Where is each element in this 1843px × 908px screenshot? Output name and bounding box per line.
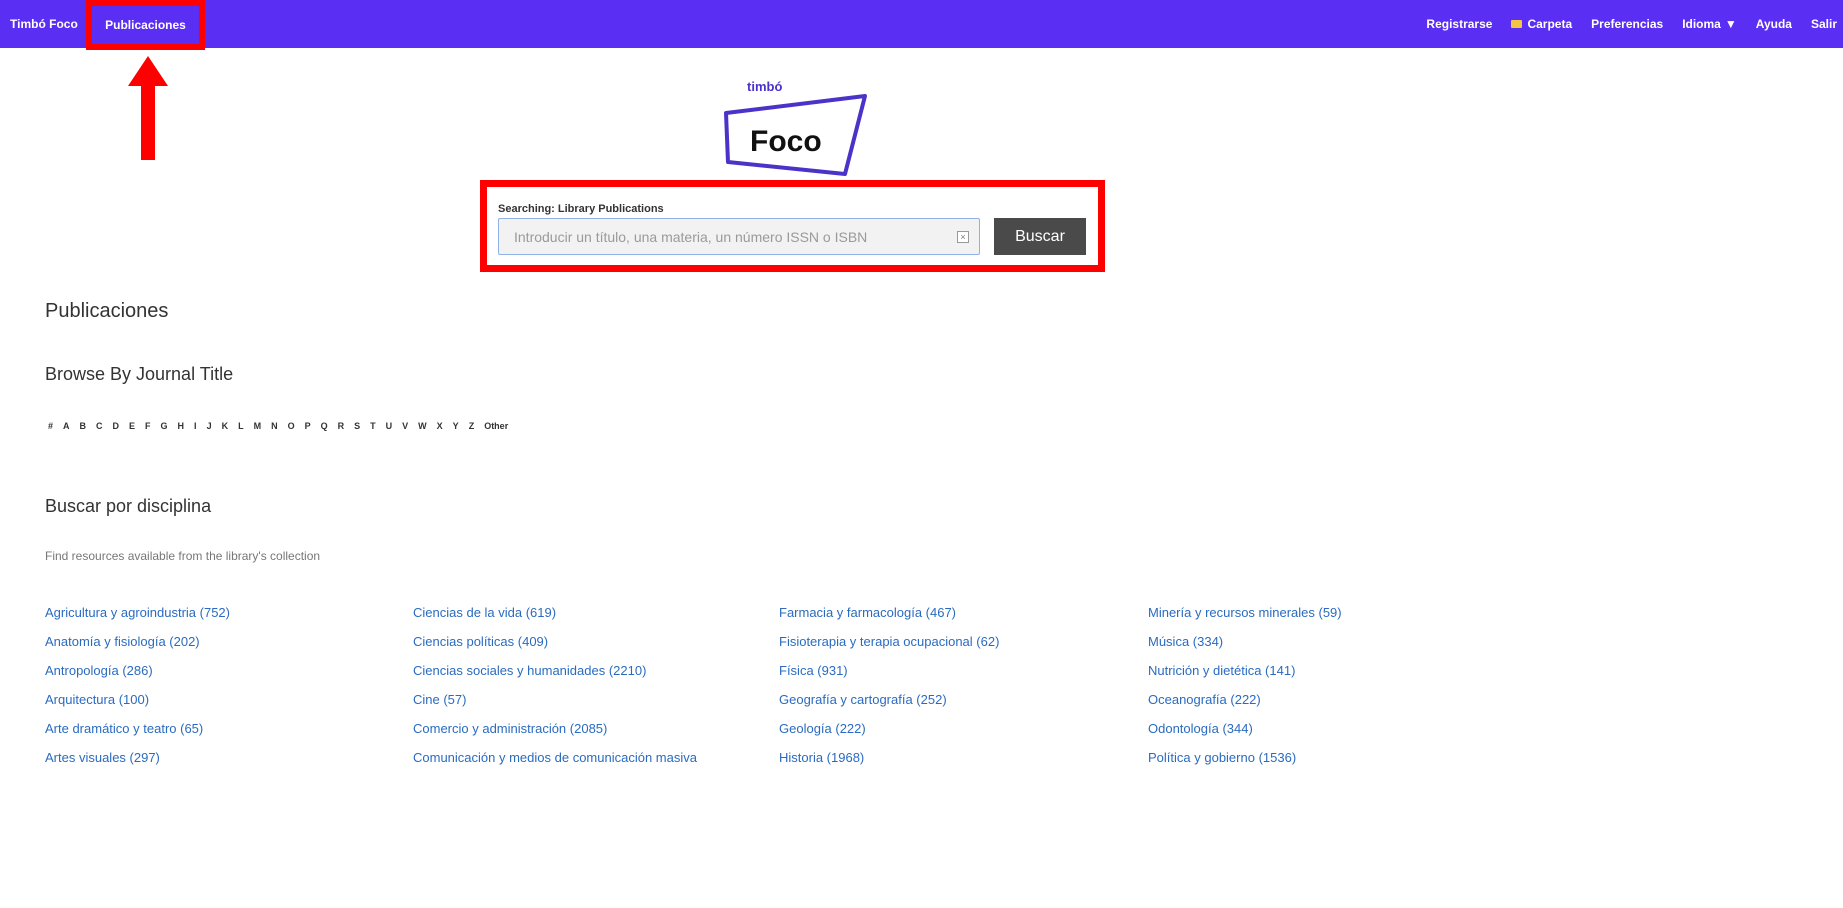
letter-link[interactable]: B [80, 421, 87, 431]
nav-left: Timbó Foco [0, 0, 87, 48]
page-title: Publicaciones [45, 300, 169, 322]
discipline-link[interactable]: Política y gobierno (1536) [1148, 749, 1508, 767]
letter-link[interactable]: C [96, 421, 103, 431]
letter-link[interactable]: M [254, 421, 262, 431]
letter-link[interactable]: Y [453, 421, 459, 431]
nav-preferences[interactable]: Preferencias [1591, 17, 1663, 31]
logo-large-text: Foco [750, 125, 822, 158]
letter-link[interactable]: N [271, 421, 278, 431]
nav-publications[interactable]: Publicaciones [105, 18, 186, 32]
foco-logo[interactable]: timbó Foco [720, 76, 870, 181]
discipline-link[interactable]: Oceanografía (222) [1148, 691, 1508, 709]
searching-label: Searching: Library Publications [498, 203, 664, 215]
letter-link[interactable]: Other [484, 421, 508, 431]
discipline-link[interactable]: Cine (57) [413, 691, 779, 709]
discipline-link[interactable]: Geología (222) [779, 720, 1148, 738]
search-placeholder: Introducir un título, una materia, un nú… [514, 229, 868, 245]
discipline-link[interactable]: Agricultura y agroindustria (752) [45, 604, 413, 622]
search-button[interactable]: Buscar [994, 218, 1086, 255]
nav-register[interactable]: Registrarse [1426, 17, 1492, 31]
discipline-subtitle: Find resources available from the librar… [45, 549, 321, 563]
folder-icon [1511, 20, 1523, 28]
letter-link[interactable]: T [370, 421, 376, 431]
nav-folder-label: Carpeta [1527, 17, 1573, 31]
top-navbar: Timbó Foco Publicaciones Registrarse Car… [0, 0, 1843, 50]
discipline-grid: Agricultura y agroindustria (752) Cienci… [45, 604, 1508, 767]
letter-link[interactable]: A [63, 421, 70, 431]
letter-index: # A B C D E F G H I J K L M N O P Q R S … [48, 421, 508, 431]
browse-heading: Browse By Journal Title [45, 364, 234, 384]
publications-highlight: Publicaciones [86, 0, 205, 50]
discipline-link[interactable]: Física (931) [779, 662, 1148, 680]
nav-logout[interactable]: Salir [1811, 17, 1837, 31]
letter-link[interactable]: I [194, 421, 197, 431]
letter-link[interactable]: X [437, 421, 443, 431]
letter-link[interactable]: # [48, 421, 53, 431]
discipline-link[interactable]: Historia (1968) [779, 749, 1148, 767]
discipline-link[interactable]: Comercio y administración (2085) [413, 720, 779, 738]
letter-link[interactable]: W [418, 421, 427, 431]
discipline-link[interactable]: Nutrición y dietética (141) [1148, 662, 1508, 680]
discipline-link[interactable]: Anatomía y fisiología (202) [45, 633, 413, 651]
discipline-link[interactable]: Música (334) [1148, 633, 1508, 651]
discipline-link[interactable]: Comunicación y medios de comunicación ma… [413, 749, 779, 767]
discipline-link[interactable]: Ciencias políticas (409) [413, 633, 779, 651]
letter-link[interactable]: G [161, 421, 168, 431]
search-highlight: Searching: Library Publications Introduc… [480, 180, 1105, 272]
nav-help[interactable]: Ayuda [1756, 17, 1792, 31]
discipline-link[interactable]: Ciencias de la vida (619) [413, 604, 779, 622]
letter-link[interactable]: U [386, 421, 393, 431]
letter-link[interactable]: V [402, 421, 408, 431]
discipline-link[interactable]: Artes visuales (297) [45, 749, 413, 767]
discipline-link[interactable]: Arte dramático y teatro (65) [45, 720, 413, 738]
letter-link[interactable]: K [222, 421, 229, 431]
nav-folder[interactable]: Carpeta [1511, 17, 1572, 31]
brand-link[interactable]: Timbó Foco [0, 17, 87, 31]
discipline-link[interactable]: Farmacia y farmacología (467) [779, 604, 1148, 622]
letter-link[interactable]: H [178, 421, 185, 431]
clear-icon[interactable]: × [957, 231, 969, 243]
search-input[interactable]: Introducir un título, una materia, un nú… [498, 218, 980, 255]
letter-link[interactable]: O [288, 421, 295, 431]
letter-link[interactable]: F [145, 421, 151, 431]
discipline-link[interactable]: Ciencias sociales y humanidades (2210) [413, 662, 779, 680]
letter-link[interactable]: P [305, 421, 311, 431]
nav-right: Registrarse Carpeta Preferencias Idioma ▼… [1426, 0, 1837, 48]
letter-link[interactable]: J [207, 421, 212, 431]
logo-graphic: timbó Foco [724, 79, 867, 176]
annotation-arrow-icon [128, 56, 168, 160]
discipline-link[interactable]: Geografía y cartografía (252) [779, 691, 1148, 709]
letter-link[interactable]: Q [321, 421, 328, 431]
caret-down-icon: ▼ [1724, 17, 1737, 31]
discipline-heading: Buscar por disciplina [45, 496, 212, 516]
discipline-link[interactable]: Arquitectura (100) [45, 691, 413, 709]
letter-link[interactable]: D [113, 421, 120, 431]
discipline-link[interactable]: Fisioterapia y terapia ocupacional (62) [779, 633, 1148, 651]
letter-link[interactable]: R [338, 421, 345, 431]
nav-language[interactable]: Idioma ▼ [1682, 17, 1737, 31]
discipline-link[interactable]: Odontología (344) [1148, 720, 1508, 738]
nav-language-label: Idioma [1682, 17, 1721, 31]
discipline-link[interactable]: Minería y recursos minerales (59) [1148, 604, 1508, 622]
discipline-link[interactable]: Antropología (286) [45, 662, 413, 680]
letter-link[interactable]: E [129, 421, 135, 431]
letter-link[interactable]: L [238, 421, 244, 431]
logo-small-text: timbó [747, 79, 782, 94]
letter-link[interactable]: S [354, 421, 360, 431]
letter-link[interactable]: Z [469, 421, 475, 431]
